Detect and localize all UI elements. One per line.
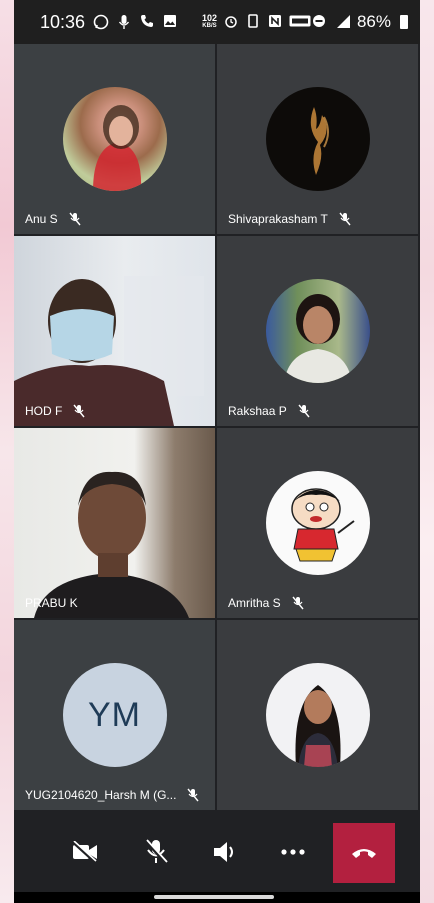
participant-name: Amritha S [228, 596, 281, 610]
whatsapp-icon [93, 14, 109, 30]
participant-name-row: HOD F [25, 404, 86, 418]
background-right [420, 0, 434, 903]
participant-tile-prabu-k[interactable]: PRABU K [14, 428, 215, 618]
participant-tile-anu-s[interactable]: Anu S [14, 44, 215, 234]
end-call-button[interactable] [333, 823, 395, 883]
video-feed [14, 236, 215, 426]
participant-tile-amritha-s[interactable]: Amritha S [217, 428, 418, 618]
speaker-icon [214, 842, 233, 862]
navigation-bar [14, 892, 420, 903]
status-left-icons [93, 14, 178, 30]
network-speed: 102 KB/S [202, 14, 217, 30]
nfc-icon [267, 14, 283, 30]
mic-off-icon [69, 212, 81, 226]
call-controls [14, 812, 420, 892]
participant-tile-harsh-m[interactable]: YM YUG2104620_Harsh M (G... [14, 620, 215, 810]
participant-name-row: Rakshaa P [228, 404, 311, 418]
more-icon [281, 849, 305, 855]
network-speed-unit: KB/S [202, 23, 217, 29]
camera-off-icon [71, 841, 97, 863]
alarm-icon [223, 14, 239, 30]
mic-off-icon [144, 839, 168, 865]
background-left [0, 0, 14, 903]
participant-name: Shivaprakasham T [228, 212, 328, 226]
vibrate-icon [245, 14, 261, 30]
participant-tile-shivaprakasham-t[interactable]: Shivaprakasham T [217, 44, 418, 234]
avatar [265, 471, 370, 575]
participant-name-row: YUG2104620_Harsh M (G... [25, 788, 200, 802]
home-gesture-bar[interactable] [154, 895, 274, 899]
video-feed [14, 428, 215, 618]
mic-off-icon [339, 212, 351, 226]
gallery-icon [162, 14, 178, 30]
battery-icon [400, 15, 408, 29]
participant-tile-hod-f[interactable]: HOD F [14, 236, 215, 426]
initials-avatar: YM [62, 663, 167, 767]
end-call-icon [352, 849, 376, 858]
signal-icon [333, 14, 350, 30]
phone-screen: 10:36 102 KB/S 86% Anu S Shivaprakasham … [14, 0, 420, 903]
mic-off-icon [187, 788, 199, 802]
participant-name: Anu S [25, 212, 58, 226]
avatar [265, 279, 370, 383]
participant-name: Rakshaa P [228, 404, 287, 418]
status-right: 102 KB/S 86% [202, 12, 408, 32]
participant-name-row: Amritha S [228, 596, 305, 610]
avatar-initials: YM [88, 695, 141, 734]
participant-name: PRABU K [25, 596, 78, 610]
avatar [265, 663, 370, 767]
network-speed-value: 102 [201, 13, 217, 23]
participant-name-row: Shivaprakasham T [228, 212, 352, 226]
mic-off-icon [298, 404, 310, 418]
mic-off-icon [292, 596, 304, 610]
status-time: 10:36 [40, 11, 86, 32]
battery-percent: 86% [356, 12, 391, 31]
status-bar: 10:36 102 KB/S 86% [14, 0, 420, 44]
avatar [265, 87, 370, 191]
mic-icon [116, 14, 132, 30]
volte-icon [289, 14, 311, 30]
speaker-toggle-button[interactable] [199, 826, 251, 878]
participant-tile-rakshaa-p[interactable]: Rakshaa P [217, 236, 418, 426]
camera-toggle-button[interactable] [59, 826, 111, 878]
participant-name-row: PRABU K [25, 596, 78, 610]
avatar [62, 87, 167, 191]
participant-name-row: Anu S [25, 212, 82, 226]
phone-icon [139, 14, 155, 30]
mic-off-icon [73, 404, 85, 418]
dnd-icon [311, 14, 327, 30]
participant-name: HOD F [25, 404, 63, 418]
mic-toggle-button[interactable] [130, 826, 182, 878]
participant-name: YUG2104620_Harsh M (G... [25, 788, 177, 802]
more-options-button[interactable] [267, 826, 319, 878]
participant-tile-self[interactable] [217, 620, 418, 810]
